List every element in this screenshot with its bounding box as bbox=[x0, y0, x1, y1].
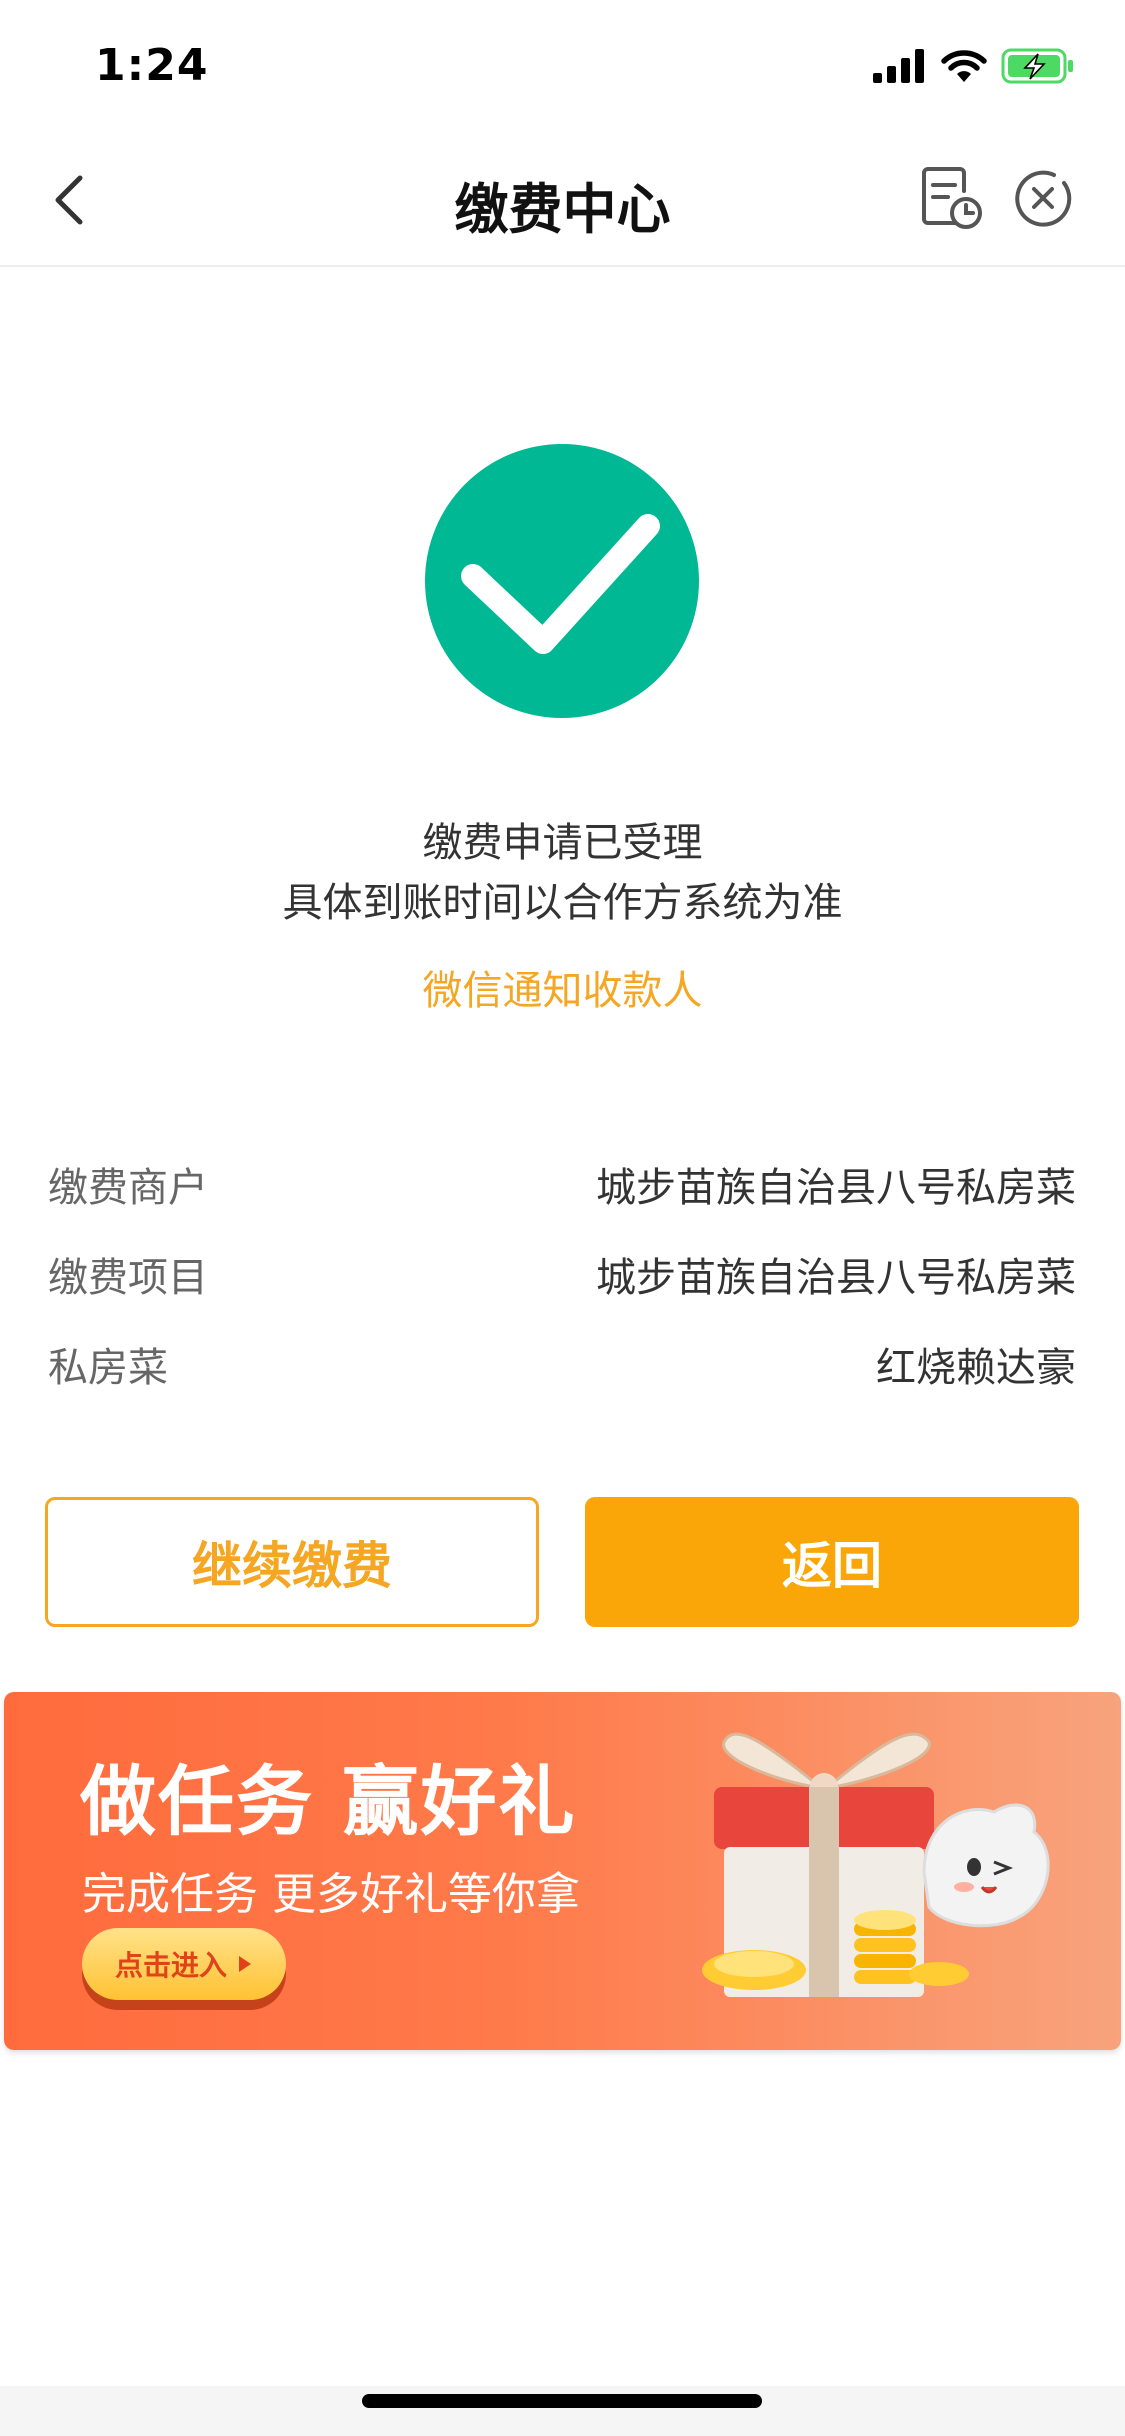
play-triangle-icon bbox=[239, 1956, 251, 1972]
detail-row-item: 缴费项目 城步苗族自治县八号私房菜 bbox=[48, 1245, 1076, 1305]
detail-value: 红烧赖达豪 bbox=[876, 1345, 1076, 1391]
home-indicator[interactable] bbox=[362, 2394, 762, 2408]
banner-subtitle: 完成任务 更多好礼等你拿 bbox=[82, 1869, 580, 1920]
task-reward-banner[interactable]: 做任务 赢好礼 完成任务 更多好礼等你拿 点击进入 bbox=[4, 1692, 1121, 2050]
return-button[interactable]: 返回 bbox=[585, 1497, 1079, 1627]
notify-payee-link[interactable]: 微信通知收款人 bbox=[0, 958, 1125, 1016]
signal-icon bbox=[873, 49, 924, 83]
nav-bar: 缴费中心 bbox=[0, 135, 1125, 267]
continue-payment-button[interactable]: 继续缴费 bbox=[45, 1497, 539, 1627]
battery-charging-icon bbox=[1001, 48, 1073, 84]
detail-label: 私房菜 bbox=[48, 1345, 168, 1391]
status-arrival-note: 具体到账时间以合作方系统为准 bbox=[282, 880, 843, 926]
detail-label: 缴费项目 bbox=[48, 1255, 208, 1301]
detail-row-merchant: 缴费商户 城步苗族自治县八号私房菜 bbox=[48, 1155, 1076, 1215]
banner-enter-button[interactable]: 点击进入 bbox=[82, 1928, 286, 2000]
status-icons bbox=[873, 48, 1075, 84]
banner-enter-label: 点击进入 bbox=[114, 1949, 227, 1982]
detail-row-dish: 私房菜 红烧赖达豪 bbox=[48, 1335, 1076, 1395]
detail-value: 城步苗族自治县八号私房菜 bbox=[596, 1255, 1076, 1301]
detail-value: 城步苗族自治县八号私房菜 bbox=[596, 1165, 1076, 1211]
close-circle-icon[interactable] bbox=[1012, 167, 1074, 229]
wifi-icon bbox=[941, 50, 987, 82]
status-bar: 1:24 bbox=[0, 0, 1125, 135]
bill-history-icon[interactable] bbox=[918, 165, 984, 231]
status-time: 1:24 bbox=[95, 40, 209, 91]
detail-label: 缴费商户 bbox=[48, 1165, 208, 1211]
status-accepted-text: 缴费申请已受理 bbox=[422, 820, 703, 866]
success-check-icon bbox=[425, 444, 699, 718]
banner-title: 做任务 赢好礼 bbox=[80, 1757, 577, 1846]
gift-box-illustration bbox=[702, 1732, 1050, 1997]
